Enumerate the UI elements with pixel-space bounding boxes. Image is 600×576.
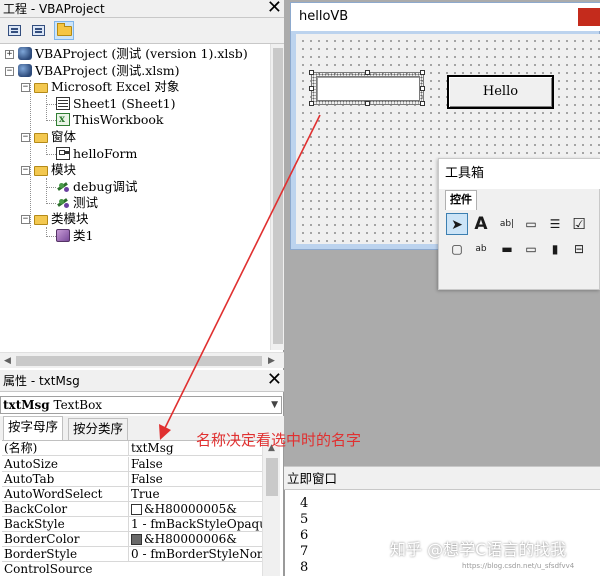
annotation-text: 名称决定看选中时的名字: [196, 431, 362, 449]
arrow-line: [162, 114, 321, 433]
watermark: 知乎 @想学C语言的找我: [390, 540, 567, 559]
watermark-url: https://blog.csdn.net/u_sfsdfvv4: [462, 562, 575, 570]
annotation-arrow: [159, 114, 321, 440]
